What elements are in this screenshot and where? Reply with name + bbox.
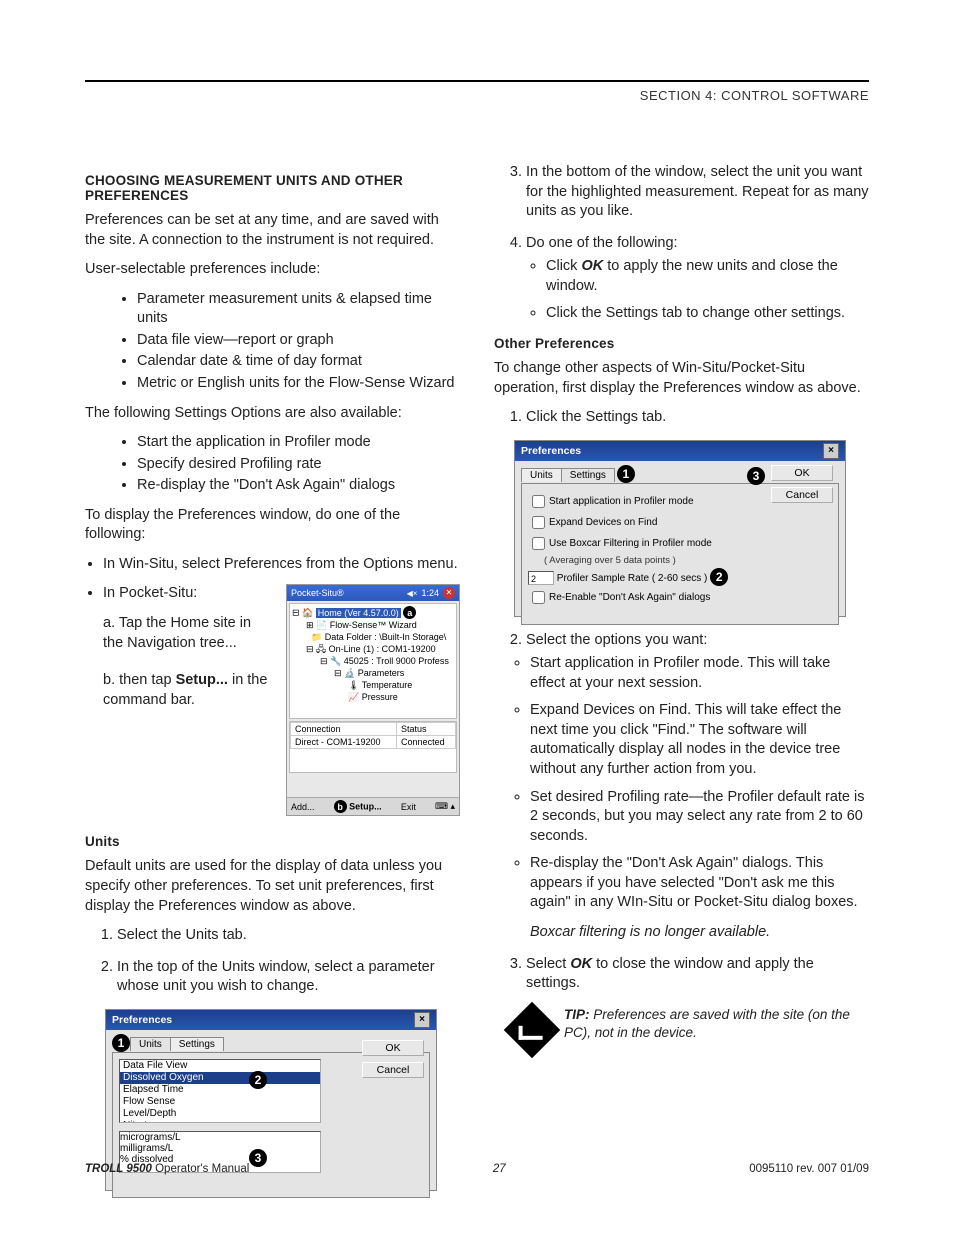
window-title: Preferences — [112, 1014, 172, 1026]
checkbox-boxcar[interactable] — [532, 537, 545, 550]
add-button[interactable]: Add... — [291, 802, 315, 812]
checkbox-profiler-mode[interactable] — [532, 495, 545, 508]
para-other: To change other aspects of Win-Situ/Pock… — [494, 359, 869, 398]
close-icon[interactable]: ✕ — [443, 587, 455, 599]
para-intro3: The following Settings Options are also … — [85, 404, 460, 424]
para-intro2: User-selectable preferences include: — [85, 260, 460, 280]
exit-button[interactable]: Exit — [401, 802, 416, 812]
heading-units: Units — [85, 834, 460, 849]
callout-a: a — [403, 606, 416, 619]
cancel-button[interactable]: Cancel — [362, 1062, 424, 1078]
list-item: Start application in Profiler mode. This… — [530, 654, 869, 693]
list-item: Re-display the "Don't Ask Again" dialogs — [137, 476, 460, 496]
tab-settings[interactable]: Settings — [170, 1037, 224, 1051]
list-item: Calendar date & time of day format — [137, 352, 460, 372]
col-connection: Connection — [291, 723, 397, 736]
parameter-list[interactable]: Data File View Dissolved Oxygen Elapsed … — [119, 1059, 321, 1123]
note-boxcar: Boxcar filtering is no longer available. — [530, 923, 869, 943]
settings-step-3: Select OK to close the window and apply … — [526, 955, 869, 994]
heading-other-prefs: Other Preferences — [494, 336, 869, 351]
tip-icon — [504, 1001, 561, 1058]
nav-tree[interactable]: ⊟ 🏠 Home (Ver 4.57.0.0) a ⊞ 📄 Flow-Sense… — [289, 603, 457, 719]
setup-button[interactable]: Setup... — [349, 802, 382, 812]
step-4: Do one of the following: Click OK to app… — [526, 234, 869, 324]
page-number: 27 — [493, 1163, 506, 1175]
status-value: Connected — [397, 736, 456, 749]
close-icon[interactable]: × — [414, 1012, 430, 1028]
list-item: Click OK to apply the new units and clos… — [546, 257, 869, 296]
list-item: Metric or English units for the Flow-Sen… — [137, 374, 460, 394]
checkbox-expand-devices[interactable] — [532, 516, 545, 529]
list-item: Expand Devices on Find. This will take e… — [530, 701, 869, 779]
checkbox-reenable-dialogs[interactable] — [532, 591, 545, 604]
callout-b: b — [334, 800, 347, 813]
list-item: In Win-Situ, select Preferences from the… — [103, 555, 460, 575]
ok-button[interactable]: OK — [771, 465, 833, 481]
list-item: Set desired Profiling rate—the Profiler … — [530, 788, 869, 847]
para-display-pref: To display the Preferences window, do on… — [85, 506, 460, 545]
connection-value: Direct - COM1-19200 — [291, 736, 397, 749]
settings-step-1: Click the Settings tab. — [526, 408, 869, 428]
list-item: Start the application in Profiler mode — [137, 433, 460, 453]
prefs-list: Parameter measurement units & elapsed ti… — [137, 290, 460, 394]
units-step-2: In the top of the Units window, select a… — [117, 958, 460, 997]
tab-units[interactable]: Units — [130, 1037, 171, 1051]
tip-text: TIP: Preferences are saved with the site… — [564, 1006, 869, 1050]
callout-1: 1 — [112, 1034, 130, 1052]
figure-preferences-settings: Preferences × UnitsSettings 1 Start appl… — [514, 440, 846, 617]
close-icon[interactable]: × — [823, 443, 839, 459]
settings-step-2: Select the options you want: Start appli… — [526, 631, 869, 943]
step-3: In the bottom of the window, select the … — [526, 163, 869, 222]
section-header: SECTION 4: CONTROL SOFTWARE — [85, 88, 869, 103]
heading-choose-prefs: CHOOSING MEASUREMENT UNITS AND OTHER PRE… — [85, 173, 460, 203]
list-item: Click the Settings tab to change other s… — [546, 304, 869, 324]
cancel-button[interactable]: Cancel — [771, 487, 833, 503]
tab-units[interactable]: Units — [521, 468, 562, 482]
substep-b: b. then tap Setup... in the command bar. — [103, 671, 273, 710]
page-footer: TROLL 9500 Operator's Manual 27 0095110 … — [85, 1163, 869, 1175]
para-units: Default units are used for the display o… — [85, 857, 460, 916]
callout-1: 1 — [617, 465, 635, 483]
clock-text: 1:24 — [421, 588, 439, 598]
units-step-1: Select the Units tab. — [117, 926, 460, 946]
callout-2: 2 — [710, 568, 728, 586]
sample-rate-input[interactable]: 2 — [528, 571, 554, 585]
keyboard-icon[interactable]: ⌨ ▴ — [435, 801, 455, 812]
list-item: Specify desired Profiling rate — [137, 455, 460, 475]
para-intro1: Preferences can be set at any time, and … — [85, 211, 460, 250]
ok-button[interactable]: OK — [362, 1040, 424, 1056]
window-title: Pocket-Situ® — [291, 588, 344, 598]
substep-a: a. Tap the Home site in the Navigation t… — [103, 614, 263, 653]
tab-settings[interactable]: Settings — [561, 468, 615, 482]
col-status: Status — [397, 723, 456, 736]
list-item: Parameter measurement units & elapsed ti… — [137, 290, 460, 329]
settings-list: Start the application in Profiler mode S… — [137, 433, 460, 496]
list-item: Re-display the "Don't Ask Again" dialogs… — [530, 854, 869, 913]
callout-2: 2 — [249, 1071, 267, 1089]
header-rule — [85, 80, 869, 82]
figure-pocket-situ: Pocket-Situ® ◀× 1:24 ✕ ⊟ 🏠 Home (Ver 4.5… — [286, 584, 460, 816]
list-item: Data file view—report or graph — [137, 331, 460, 351]
callout-3: 3 — [747, 467, 765, 485]
window-title: Preferences — [521, 445, 581, 457]
doc-rev: 0095110 rev. 007 01/09 — [749, 1163, 869, 1175]
